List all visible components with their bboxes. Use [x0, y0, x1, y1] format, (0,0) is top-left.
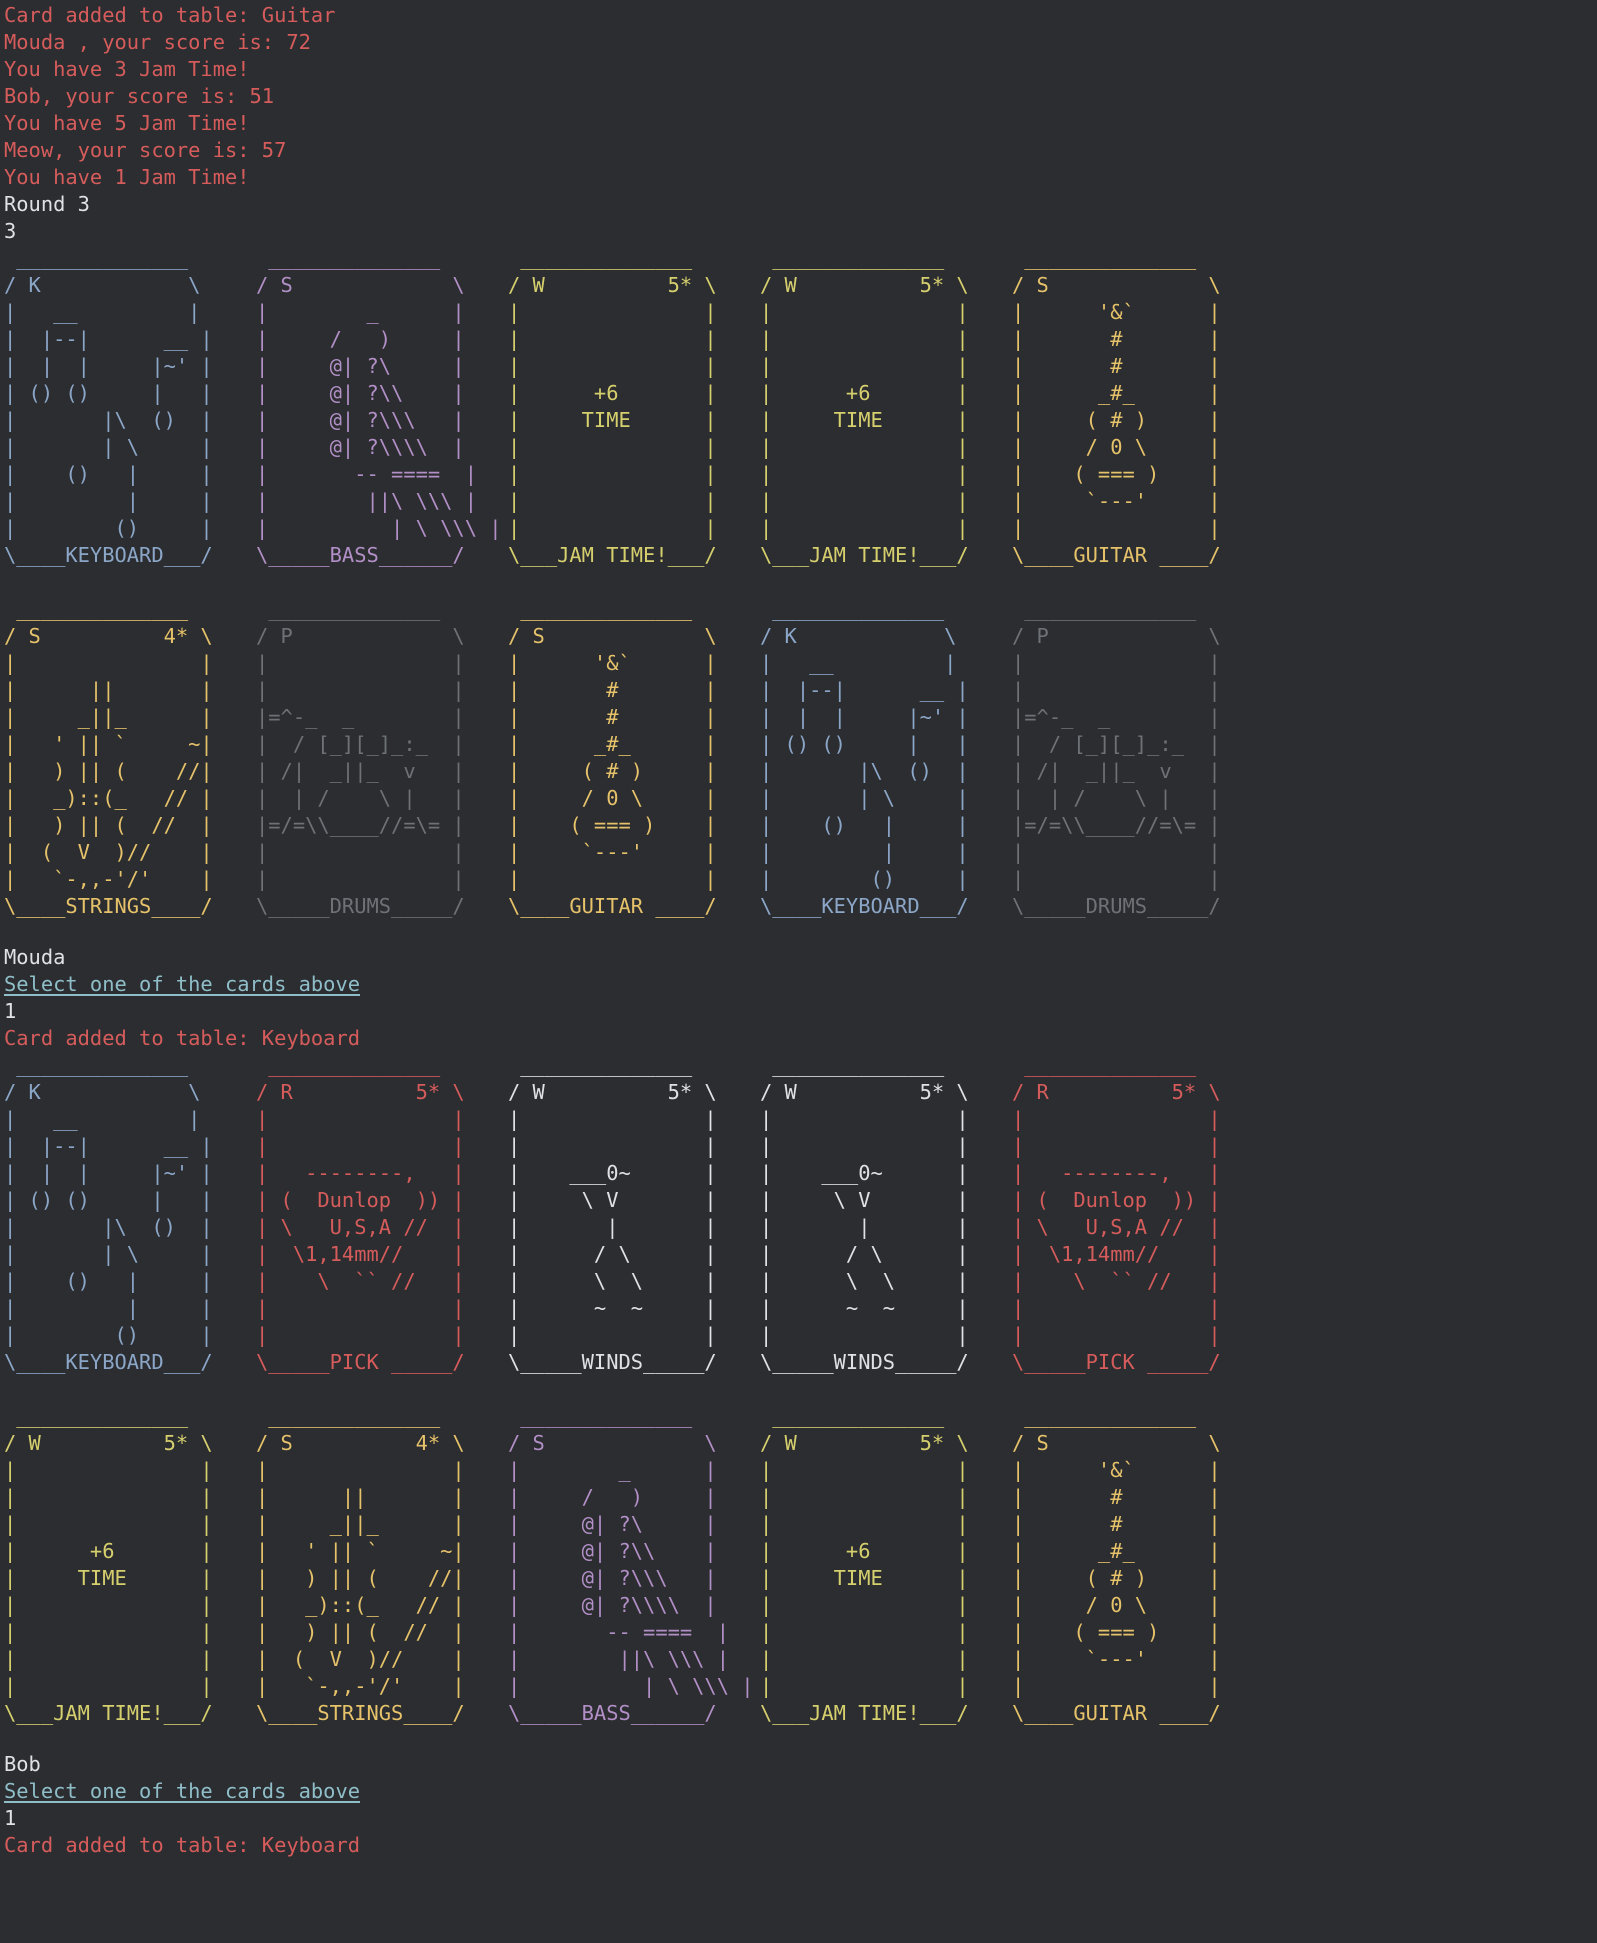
select-card-prompt[interactable]: Select one of the cards above	[4, 1778, 1597, 1805]
log-line: You have 5 Jam Time!	[4, 111, 250, 135]
card-winds[interactable]: ______________ / W 5* \ | | | | | ___0~ …	[760, 1052, 969, 1376]
log-top: Card added to table: Guitar Mouda , your…	[4, 2, 1597, 245]
card-pick[interactable]: ______________ / R 5* \ | | | | | ------…	[256, 1052, 465, 1376]
card-guitar[interactable]: ______________ / S \ | '&` | | # | | # |…	[1012, 1403, 1221, 1727]
card-strings[interactable]: ______________ / S 4* \ | | | || | | _||…	[4, 596, 213, 920]
log-line: Mouda , your score is: 72	[4, 30, 311, 54]
card-jam-time[interactable]: ______________ / W 5* \ | | | | | | | +6…	[760, 245, 969, 569]
card-strings[interactable]: ______________ / S 4* \ | | | || | | _||…	[256, 1403, 465, 1727]
select-card-prompt[interactable]: Select one of the cards above	[4, 971, 1597, 998]
card-winds[interactable]: ______________ / W 5* \ | | | | | ___0~ …	[508, 1052, 717, 1376]
card-bass[interactable]: ______________ / S \ | _ | | / ) | | @| …	[256, 245, 502, 569]
terminal-output: Card added to table: Guitar Mouda , your…	[0, 0, 1597, 1859]
user-input[interactable]: 1	[4, 1805, 1597, 1832]
card-jam-time[interactable]: ______________ / W 5* \ | | | | | | | +6…	[508, 245, 717, 569]
card-row: ______________ / W 5* \ | | | | | | | +6…	[4, 1403, 1597, 1725]
card-row: ______________ / S 4* \ | | | || | | _||…	[4, 596, 1597, 918]
card-section-2: ______________ / K \ | __ | | |--| __ | …	[4, 1052, 1597, 1859]
card-guitar[interactable]: ______________ / S \ | '&` | | # | | # |…	[508, 596, 717, 920]
card-drums[interactable]: ______________ / P \ | | | | |=^-_ _ | |…	[1012, 596, 1221, 920]
log-line: Card added to table: Keyboard	[4, 1026, 361, 1050]
log-line: You have 3 Jam Time!	[4, 57, 250, 81]
log-line: Meow, your score is: 57	[4, 138, 287, 162]
card-bass[interactable]: ______________ / S \ | _ | | / ) | | @| …	[508, 1403, 754, 1727]
log-line: You have 1 Jam Time!	[4, 165, 250, 189]
card-guitar[interactable]: ______________ / S \ | '&` | | # | | # |…	[1012, 245, 1221, 569]
card-jam-time[interactable]: ______________ / W 5* \ | | | | | | | +6…	[4, 1403, 213, 1727]
card-keyboard[interactable]: ______________ / K \ | __ | | |--| __ | …	[4, 245, 213, 569]
log-line: Bob, your score is: 51	[4, 84, 275, 108]
user-input[interactable]: 1	[4, 998, 1597, 1025]
card-keyboard[interactable]: ______________ / K \ | __ | | |--| __ | …	[4, 1052, 213, 1376]
player-name: Mouda	[4, 945, 66, 969]
card-jam-time[interactable]: ______________ / W 5* \ | | | | | | | +6…	[760, 1403, 969, 1727]
round-number: 3	[4, 219, 17, 243]
player-name: Bob	[4, 1752, 41, 1776]
card-pick[interactable]: ______________ / R 5* \ | | | | | ------…	[1012, 1052, 1221, 1376]
card-row: ______________ / K \ | __ | | |--| __ | …	[4, 1052, 1597, 1374]
card-drums[interactable]: ______________ / P \ | | | | |=^-_ _ | |…	[256, 596, 465, 920]
round-label: Round 3	[4, 192, 90, 216]
card-keyboard[interactable]: ______________ / K \ | __ | | |--| __ | …	[760, 596, 969, 920]
card-row: ______________ / K \ | __ | | |--| __ | …	[4, 245, 1597, 567]
card-section-1: ______________ / K \ | __ | | |--| __ | …	[4, 245, 1597, 1052]
log-line: Card added to table: Keyboard	[4, 1833, 361, 1857]
log-line: Card added to table: Guitar	[4, 3, 336, 27]
